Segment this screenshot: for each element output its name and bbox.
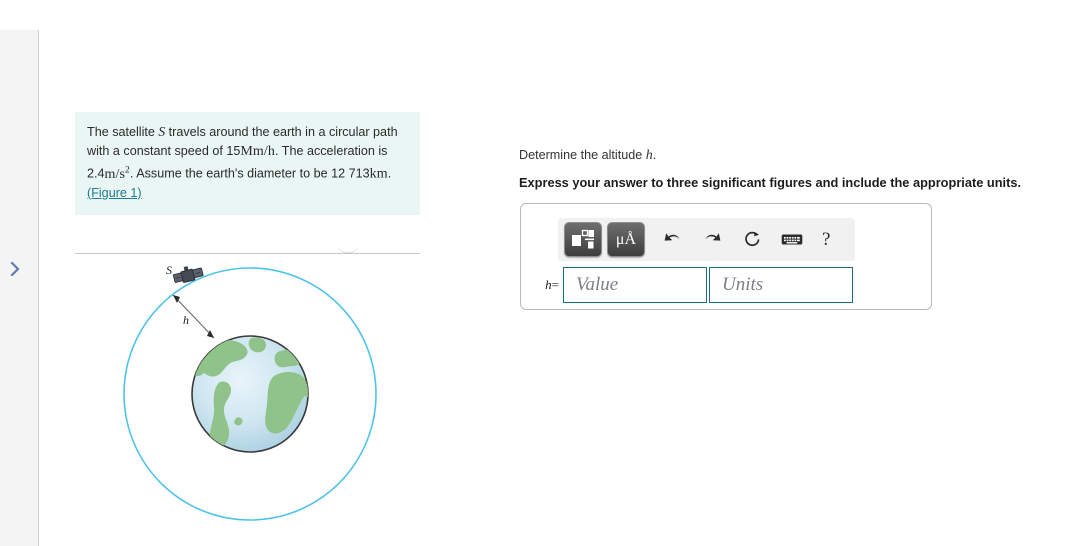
speed-value: 15: [226, 144, 241, 158]
problem-statement: The satellite S travels around the earth…: [75, 112, 420, 215]
satellite-orbit-figure: h S: [123, 263, 377, 521]
prompt-symbol-h: h: [645, 148, 653, 163]
chevron-right-icon: [9, 262, 20, 276]
answer-variable-label: h=: [529, 277, 559, 293]
answer-toolbar: μÅ ?: [558, 218, 855, 261]
earth-globe: [191, 335, 309, 453]
satellite-icon: [172, 266, 204, 283]
undo-arrow-icon: [664, 233, 679, 241]
math-template-icon: [572, 229, 594, 249]
diameter-value: 12 713: [331, 166, 370, 181]
units-placeholder: Units: [722, 274, 764, 295]
value-input[interactable]: Value: [563, 267, 707, 303]
problem-text-1: The satellite: [87, 125, 159, 139]
undo-button[interactable]: [659, 226, 685, 254]
value-placeholder: Value: [576, 274, 619, 295]
accel-value: 2.4: [87, 166, 105, 181]
units-input[interactable]: Units: [709, 267, 853, 303]
equals-sign: =: [551, 277, 559, 292]
problem-text-5: .: [387, 166, 392, 181]
answer-input-row: h= Value Units: [529, 267, 853, 303]
reset-circular-arrow-icon: [744, 231, 759, 247]
satellite-label: S: [166, 263, 172, 277]
keyboard-icon: [781, 234, 803, 245]
altitude-label: h: [183, 313, 189, 327]
figure-1-link[interactable]: (Figure 1): [87, 186, 142, 200]
units-button-label: μÅ: [615, 230, 637, 248]
sidebar-expand-button[interactable]: [4, 258, 26, 280]
page-root: The satellite S travels around the earth…: [0, 0, 1070, 546]
figure-panel: h S: [110, 252, 410, 546]
math-template-button[interactable]: [564, 222, 602, 257]
altitude-arrow: [172, 294, 215, 339]
units-button[interactable]: μÅ: [607, 222, 645, 257]
diameter-unit: km: [369, 166, 388, 182]
problem-text-4: . Assume the earth's diameter to be: [129, 166, 332, 181]
answer-panel: μÅ ? h= Value Units: [520, 203, 932, 310]
redo-button[interactable]: [699, 226, 725, 254]
prompt-suffix: .: [652, 148, 657, 162]
redo-arrow-icon: [705, 233, 720, 241]
help-button[interactable]: ?: [822, 230, 830, 249]
question-prompt: Determine the altitude h.: [519, 148, 656, 164]
reset-button[interactable]: [739, 226, 765, 254]
left-rail: [0, 30, 39, 546]
speed-unit: Mm/h: [240, 144, 275, 159]
accel-unit: m/s2: [104, 165, 130, 182]
prompt-prefix: Determine the altitude: [519, 148, 646, 162]
keyboard-button[interactable]: [779, 226, 805, 254]
question-instruction: Express your answer to three significant…: [519, 175, 1022, 190]
problem-text-3: . The acceleration is: [274, 144, 388, 158]
